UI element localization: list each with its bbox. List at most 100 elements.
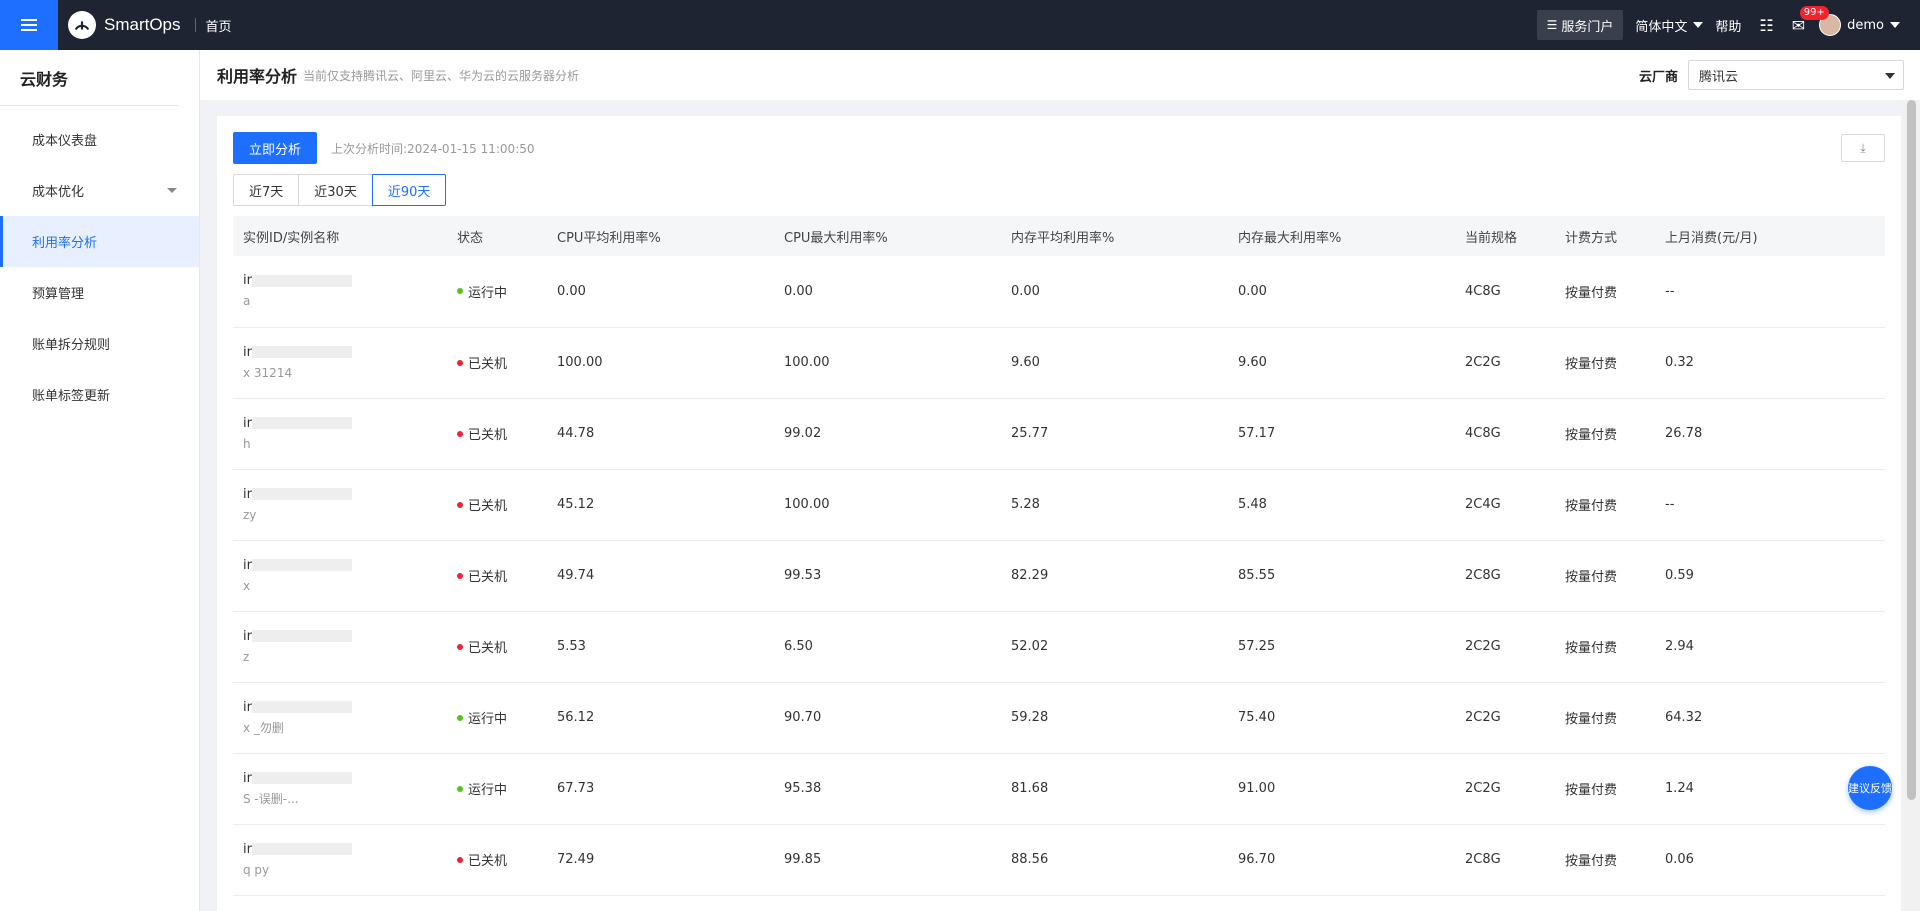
chevron-down-icon (167, 188, 177, 193)
table-row[interactable]: ir S -误删-... 运行中 67.73 95.38 81.68 91.00 2C2G 按量… (233, 753, 1885, 824)
instance-id[interactable]: ir (243, 414, 447, 434)
service-portal-button[interactable]: ☰ 服务门户 (1536, 10, 1624, 40)
redacted-block (251, 488, 352, 500)
status-dot-icon (457, 430, 463, 437)
cpu-max-cell: 99.02 (784, 426, 822, 441)
feedback-button[interactable]: 建议反馈 (1848, 766, 1892, 810)
sidebar-item-label: 预算管理 (32, 287, 85, 302)
instance-id[interactable]: ir (243, 627, 447, 647)
scrollbar-thumb[interactable] (1907, 100, 1916, 800)
brand-name: SmartOps (104, 15, 181, 34)
download-icon: ⤓ (1860, 140, 1866, 155)
sidebar-item-cost-optimization[interactable]: 成本优化 (0, 165, 199, 216)
table-row[interactable]: ir x _勿删 运行中 56.12 90.70 59.28 75.40 2C2G 按量付费 64… (233, 682, 1885, 753)
instance-cell: ir x 31214 (233, 327, 447, 398)
status-badge: 已关机 (468, 570, 508, 585)
cost-cell: 0.59 (1665, 568, 1694, 583)
download-button[interactable]: ⤓ (1841, 134, 1885, 162)
chevron-down-icon[interactable] (1890, 22, 1900, 28)
cost-cell: 2.94 (1665, 639, 1694, 654)
language-select[interactable]: 简体中文 (1635, 16, 1704, 35)
billing-cell: 按量付费 (1565, 428, 1618, 443)
billing-cell: 按量付费 (1565, 712, 1618, 727)
instance-id[interactable]: ir (243, 840, 447, 860)
range-90d[interactable]: 近90天 (371, 174, 447, 206)
user-name[interactable]: demo (1847, 18, 1884, 33)
instance-id[interactable]: ir (243, 271, 447, 291)
instance-id-text: ir (243, 628, 252, 644)
status-cell: 已关机 (447, 398, 547, 469)
mem-max-cell: 9.60 (1238, 355, 1267, 370)
table-row[interactable]: ir q py 已关机 72.49 99.85 88.56 96.70 2C8G 按量付费 0.0… (233, 824, 1885, 895)
cpu-max-cell: 0.00 (784, 283, 813, 299)
checklist-icon[interactable]: ☷ (1759, 16, 1773, 35)
sidebar-item-label: 利用率分析 (32, 236, 98, 251)
table-row[interactable]: ir z 已关机 5.53 6.50 52.02 57.25 2C2G 按量付费 2.94 (233, 611, 1885, 682)
status-badge: 运行中 (468, 783, 508, 798)
status-cell: 已关机 (447, 540, 547, 611)
instance-cell: ir x _勿删 (233, 682, 447, 753)
instance-id[interactable]: ir (243, 698, 447, 718)
instance-id-text: ir (243, 699, 252, 715)
status-badge: 已关机 (468, 641, 508, 656)
chevron-down-icon (1693, 22, 1704, 28)
mem-max-cell: 57.17 (1238, 426, 1276, 441)
mail-icon[interactable]: ✉ 99+ (1792, 5, 1829, 35)
cpu-avg-cell: 67.73 (557, 781, 595, 796)
cpu-avg-cell: 0.00 (557, 283, 586, 299)
instance-cell: ir zy (233, 469, 447, 540)
sidebar-item-utilization[interactable]: 利用率分析 (0, 216, 199, 267)
cpu-max-cell: 95.38 (784, 781, 822, 796)
vendor-select[interactable]: 腾讯云 (1688, 60, 1904, 90)
mem-max-cell: 57.25 (1238, 639, 1276, 654)
instance-id-text: ir (243, 273, 252, 289)
cpu-avg-cell: 49.74 (557, 568, 595, 583)
mem-avg-cell: 25.77 (1011, 426, 1049, 441)
instance-cell: ir q py (233, 824, 447, 895)
instance-cell: ir a (233, 256, 447, 327)
range-7d[interactable]: 近7天 (233, 174, 300, 206)
menu-toggle-button[interactable] (0, 0, 58, 50)
instance-id[interactable]: ir (243, 556, 447, 576)
table-row[interactable]: ir x 已关机 49.74 99.53 82.29 85.55 2C8G 按量付费 0.59 (233, 540, 1885, 611)
status-dot-icon (457, 501, 463, 508)
page-subtitle: 当前仅支持腾讯云、阿里云、华为云的云服务器分析 (303, 68, 580, 83)
instance-id[interactable]: ir (243, 769, 447, 789)
instance-id-text: ir (243, 770, 252, 786)
spec-cell: 4C8G (1465, 426, 1501, 441)
table-row[interactable]: ir zy 已关机 45.12 100.00 5.28 5.48 2C4G 按量付费 -- (233, 469, 1885, 540)
cost-cell: 26.78 (1665, 426, 1703, 441)
instance-cell: ir h (233, 398, 447, 469)
sidebar-item-budget[interactable]: 预算管理 (0, 267, 199, 318)
table-row[interactable]: ir h 已关机 44.78 99.02 25.77 57.17 4C8G 按量付费 26.78 (233, 398, 1885, 469)
sidebar-item-bill-tag[interactable]: 账单标签更新 (0, 369, 199, 420)
billing-cell: 按量付费 (1565, 499, 1618, 514)
billing-cell: 按量付费 (1565, 570, 1618, 585)
sidebar-item-bill-split[interactable]: 账单拆分规则 (0, 318, 199, 369)
instance-id[interactable]: ir (243, 485, 447, 505)
redacted-block (251, 274, 352, 287)
top-header: SmartOps 首页 ☰ 服务门户 简体中文 帮助 ☷ ✉ 99+ demo (0, 0, 1920, 50)
table-row[interactable]: ir x 31214 已关机 100.00 100.00 9.60 9.60 2C2G 按量付费… (233, 327, 1885, 398)
column-header: 当前规格 (1465, 230, 1518, 246)
instance-name: q py (243, 862, 270, 877)
status-badge: 已关机 (468, 854, 508, 869)
status-dot-icon (457, 856, 463, 863)
vendor-label: 云厂商 (1638, 69, 1678, 85)
help-link[interactable]: 帮助 (1715, 16, 1741, 35)
home-link[interactable]: 首页 (206, 16, 232, 35)
status-badge: 已关机 (468, 428, 508, 443)
mem-max-cell: 0.00 (1238, 283, 1267, 299)
mem-max-cell: 75.40 (1238, 710, 1276, 725)
sidebar-item-cost-dashboard[interactable]: 成本仪表盘 (0, 114, 199, 165)
table-row[interactable]: ir a 运行中 0.00 0.00 0.00 0.00 4C8G 按量付费 -- (233, 256, 1885, 327)
logo-icon (68, 11, 96, 39)
analyze-button[interactable]: 立即分析 (233, 132, 318, 164)
instance-cell: ir x (233, 540, 447, 611)
instance-id[interactable]: ir (243, 343, 447, 363)
instance-id-text: ir (243, 557, 252, 573)
table-header-row: 实例ID/实例名称 状态 CPU平均利用率% CPU最大利用率% 内存平均利用率… (233, 216, 1885, 256)
brand-logo[interactable]: SmartOps (68, 11, 181, 39)
range-30d[interactable]: 近30天 (298, 174, 373, 206)
header-divider (194, 18, 196, 32)
